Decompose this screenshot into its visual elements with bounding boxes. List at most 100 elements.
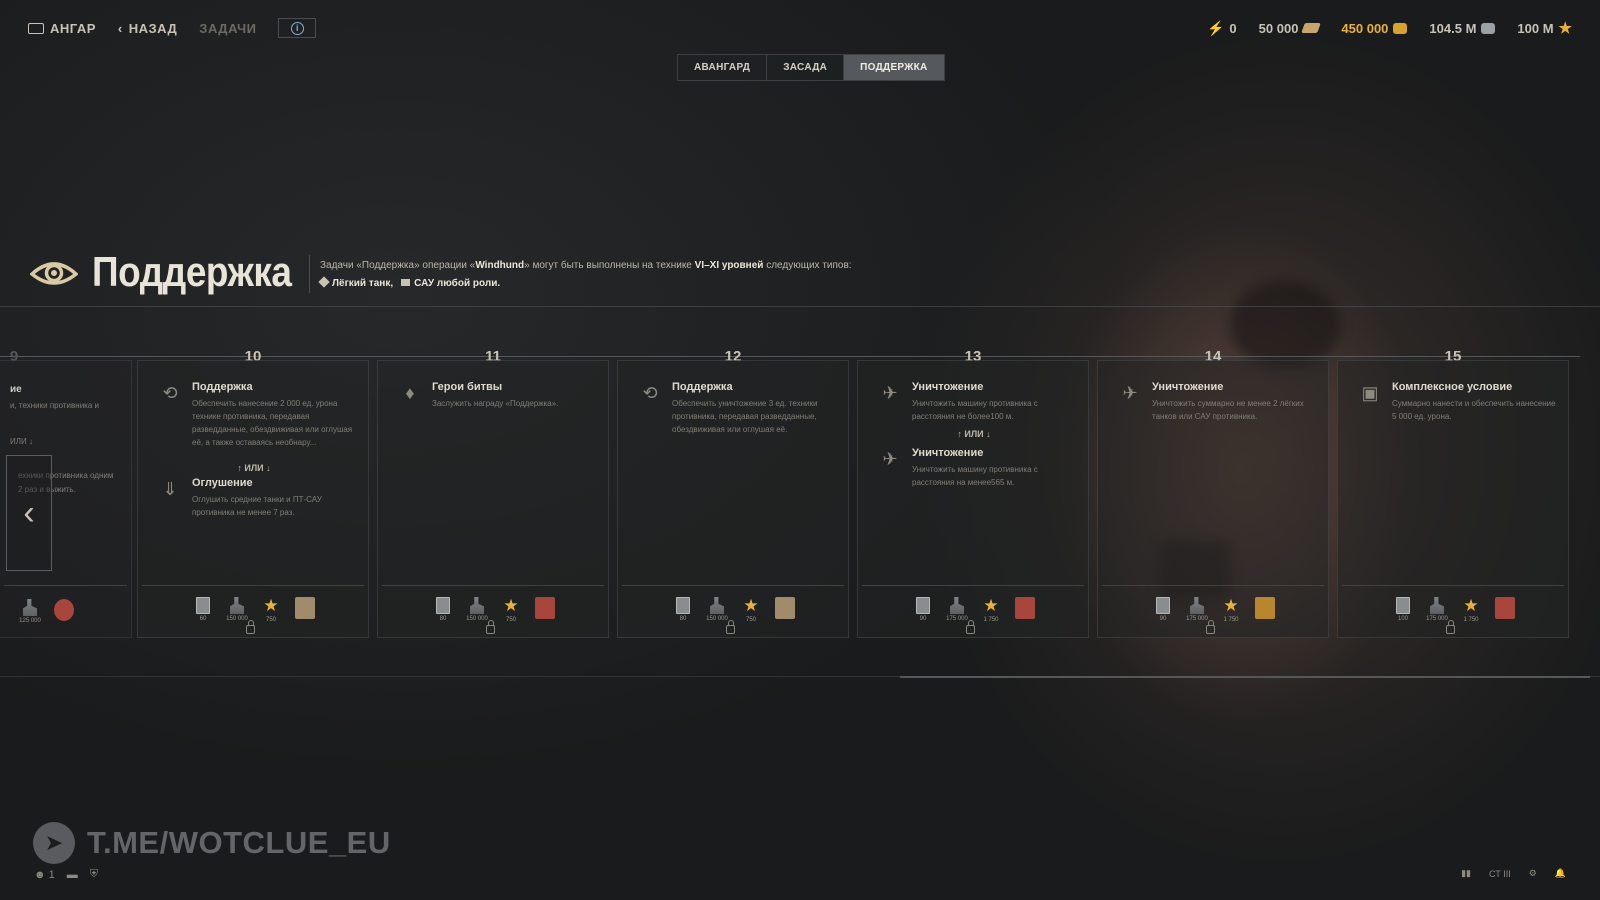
reward-credits[interactable]: 175 000 (1426, 597, 1448, 622)
reward-item[interactable] (295, 597, 315, 621)
reward-booklet[interactable]: 100 (1393, 597, 1413, 622)
reward-xp[interactable]: ★ 1 750 (1221, 597, 1241, 623)
free-currency[interactable]: ⚡ 0 (1207, 20, 1237, 37)
star-icon: ★ (503, 596, 519, 615)
booklet-icon (916, 597, 930, 614)
reward-booklet[interactable]: 80 (673, 597, 693, 622)
consumable-icon (1495, 597, 1515, 619)
reward-separator (382, 585, 604, 586)
rewards: 60 150 000 ★ 750 (138, 597, 370, 623)
tank-icon (950, 597, 964, 614)
lock-icon (1446, 620, 1455, 634)
task-card[interactable]: ⟲ Поддержка Обеспечить нанесение 2 000 е… (137, 360, 369, 638)
lock-icon (246, 620, 255, 634)
task-card[interactable]: ▣ Комплексное условие Суммарно нанести и… (1337, 360, 1569, 638)
reward-credits[interactable]: 150 000 (226, 597, 248, 622)
info-button[interactable]: i (278, 18, 317, 38)
reward-separator (4, 585, 127, 586)
reward-booklet[interactable]: 90 (913, 597, 933, 622)
category-tabs: АВАНГАРД ЗАСАДА ПОДДЕРЖКА (677, 54, 945, 81)
eye-icon (29, 252, 79, 292)
reward-item[interactable] (1495, 597, 1515, 621)
destroy-icon: ✈ (882, 449, 898, 469)
bottom-left-bar: ☻ 1 ▬ ⛨ (34, 868, 98, 881)
rewards: 80 150 000 ★ 750 (378, 597, 610, 623)
bonds-currency[interactable]: 50 000 (1259, 21, 1322, 36)
reward-xp[interactable]: ★ 1 750 (981, 597, 1001, 623)
hangar-icon (28, 22, 44, 34)
tank-icon (1190, 597, 1204, 614)
reward-badge[interactable] (54, 599, 74, 621)
reward-booklet[interactable]: 90 (1153, 597, 1173, 622)
tank-icon (470, 597, 484, 614)
light-tank-type: Лёгкий танк, (318, 275, 393, 293)
reward-credits[interactable]: 125 000 (19, 599, 41, 624)
chat-icon[interactable]: ▬ (67, 869, 78, 881)
light-tank-icon (318, 276, 330, 288)
reward-xp[interactable]: ★ 750 (741, 597, 761, 623)
scrollbar[interactable] (900, 676, 1590, 678)
star-icon: ★ (743, 596, 759, 615)
reward-xp[interactable]: ★ 750 (261, 597, 281, 623)
reward-separator (142, 585, 364, 586)
reward-item[interactable] (1255, 597, 1275, 621)
tab-support[interactable]: ПОДДЕРЖКА (844, 55, 944, 80)
reward-credits[interactable]: 175 000 (1186, 597, 1208, 622)
page-header: Поддержка (29, 248, 319, 296)
bottom-right-bar: ▮▮ СТ III ⚙ 🔔 (1461, 868, 1566, 879)
task-card[interactable]: ✈ Уничтожение Уничтожить машину противни… (857, 360, 1089, 638)
rewards: 90 175 000 ★ 1 750 (858, 597, 1090, 623)
divider (0, 306, 1600, 307)
free-xp-currency[interactable]: 100 M ★ (1517, 19, 1572, 37)
tab-vanguard[interactable]: АВАНГАРД (678, 55, 768, 80)
bell-icon[interactable]: 🔔 (1555, 868, 1566, 879)
rewards: 80 150 000 ★ 750 (618, 597, 850, 623)
task-card[interactable]: ♦ Герои битвы Заслужить награду «Поддерж… (377, 360, 609, 638)
reward-separator (622, 585, 844, 586)
user-icon: ☻ (34, 868, 46, 881)
tier-indicator: СТ III (1489, 868, 1511, 879)
silver-currency[interactable]: 104.5 M (1429, 21, 1496, 36)
back-label: НАЗАД (128, 20, 178, 36)
reward-credits[interactable]: 150 000 (706, 597, 728, 622)
info-icon: i (290, 21, 304, 35)
reward-item[interactable] (775, 597, 795, 621)
clan-icon[interactable]: ⛨ (90, 868, 98, 881)
reward-booklet[interactable]: 60 (193, 597, 213, 622)
reward-credits[interactable]: 150 000 (466, 597, 488, 622)
chevron-left-icon: ‹ (23, 493, 35, 532)
back-button[interactable]: ‹ НАЗАД (118, 21, 177, 36)
star-icon: ★ (983, 596, 999, 615)
bond-icon (1301, 23, 1322, 33)
reward-item[interactable] (535, 597, 555, 621)
booklet-icon (1396, 597, 1410, 614)
destroy-icon: ✈ (882, 383, 898, 403)
rewards: 100 175 000 ★ 1 750 (1338, 597, 1570, 623)
reward-credits[interactable]: 175 000 (946, 597, 968, 622)
task-card[interactable]: ✈ Уничтожение Уничтожить суммарно не мен… (1097, 360, 1329, 638)
booklet-icon (1156, 597, 1170, 614)
gear-icon[interactable]: ⚙ (1529, 868, 1537, 879)
tank-icon (710, 597, 724, 614)
task-card[interactable]: ⟲ Поддержка Обеспечить уничтожение 3 ед.… (617, 360, 849, 638)
reward-item[interactable] (1015, 597, 1035, 621)
reward-separator (1342, 585, 1564, 586)
lock-icon (966, 620, 975, 634)
rewards: 90 175 000 ★ 1 750 (1098, 597, 1330, 623)
reward-booklet[interactable]: 80 (433, 597, 453, 622)
star-icon: ★ (1463, 596, 1479, 615)
destroy-icon: ✈ (1122, 383, 1138, 403)
reward-xp[interactable]: ★ 1 750 (1461, 597, 1481, 623)
tab-ambush[interactable]: ЗАСАДА (767, 55, 845, 80)
stats-icon[interactable]: ▮▮ (1461, 868, 1471, 879)
gold-currency[interactable]: 450 000 (1341, 21, 1408, 36)
players-button[interactable]: ☻ 1 (34, 869, 55, 881)
tank-icon (23, 599, 37, 616)
prev-button[interactable]: ‹ (6, 455, 52, 571)
reward-xp[interactable]: ★ 750 (501, 597, 521, 623)
watermark: ➤ T.ME/WOTCLUE_EU (33, 822, 391, 864)
hangar-label: АНГАР (50, 20, 96, 36)
complex-condition-icon: ▣ (1361, 383, 1379, 403)
booklet-icon (196, 597, 210, 614)
hangar-button[interactable]: АНГАР (28, 21, 96, 36)
